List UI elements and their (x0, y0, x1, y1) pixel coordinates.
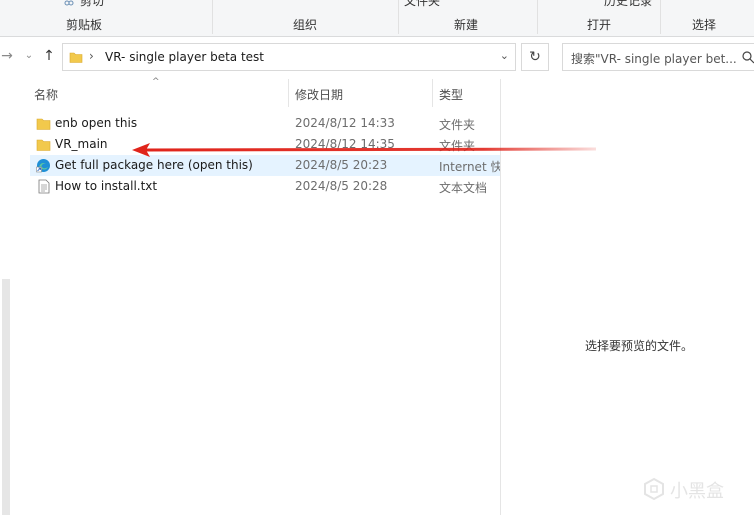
file-type: 文件夹 (439, 118, 476, 132)
ribbon-group-new: 新建 (454, 18, 479, 32)
file-row[interactable]: enb open this 2024/8/12 14:33 文件夹 (30, 113, 500, 134)
file-list: ^ 名称 修改日期 类型 enb open this 2024/8/12 14:… (24, 77, 500, 515)
preview-placeholder-text: 选择要预览的文件。 (585, 339, 694, 353)
address-dropdown-icon[interactable]: ⌄ (500, 49, 509, 62)
file-modified-date: 2024/8/5 20:23 (295, 158, 388, 172)
file-row[interactable]: VR_main 2024/8/12 14:35 文件夹 (30, 134, 500, 155)
watermark-logo-icon (644, 477, 664, 501)
search-placeholder: 搜索"VR- single player bet... (571, 52, 737, 66)
column-divider[interactable] (432, 79, 433, 107)
folder-icon (69, 52, 83, 63)
ribbon-separator (537, 0, 538, 34)
up-arrow-icon[interactable]: ↑ (42, 49, 56, 63)
file-name[interactable]: VR_main (55, 137, 108, 151)
file-modified-date: 2024/8/5 20:28 (295, 179, 388, 193)
column-header-modified[interactable]: 修改日期 (295, 86, 343, 103)
ribbon-separator (660, 0, 661, 34)
file-name[interactable]: How to install.txt (55, 179, 157, 193)
scissors-icon[interactable] (64, 0, 74, 6)
ribbon-group-organize: 组织 (293, 18, 318, 32)
address-bar[interactable]: › VR- single player beta test ⌄ (62, 43, 516, 71)
cut-button-label[interactable]: 剪切 (80, 0, 104, 9)
watermark: 小黑盒 (640, 475, 740, 503)
address-row: → ⌄ ↑ › VR- single player beta test ⌄ ↻ … (0, 37, 754, 79)
navigation-scrollbar[interactable] (2, 279, 10, 515)
watermark-text: 小黑盒 (670, 481, 724, 502)
file-row[interactable]: How to install.txt 2024/8/5 20:28 文本文档 (30, 176, 500, 197)
ribbon-group-select: 选择 (692, 18, 717, 32)
file-type: 文件夹 (439, 139, 476, 153)
ribbon-group-clipboard: 剪贴板 (66, 18, 103, 32)
file-type: Internet 快 (439, 160, 500, 174)
ribbon-separator (398, 0, 399, 34)
folder-icon (36, 118, 51, 130)
new-folder-button-label[interactable]: 文件夹 (404, 0, 440, 9)
column-divider[interactable] (288, 79, 289, 107)
file-modified-date: 2024/8/12 14:33 (295, 116, 395, 130)
navigation-pane (0, 79, 12, 515)
refresh-button[interactable]: ↻ (521, 43, 549, 71)
preview-pane: 选择要预览的文件。 (500, 79, 754, 515)
file-modified-date: 2024/8/12 14:35 (295, 137, 395, 151)
ribbon-group-open: 打开 (587, 18, 612, 32)
recent-locations-chevron-icon[interactable]: ⌄ (22, 49, 36, 63)
column-header-name[interactable]: 名称 (34, 86, 58, 103)
file-row[interactable]: Get full package here (open this) 2024/8… (30, 155, 500, 176)
forward-arrow-icon[interactable]: → (0, 49, 14, 63)
breadcrumb-current-folder[interactable]: VR- single player beta test (105, 50, 264, 64)
edge-shortcut-icon (36, 159, 50, 173)
ribbon-separator (212, 0, 213, 34)
ribbon: 剪切 文件夹 历史记录 剪贴板 组织 新建 打开 选择 (0, 0, 754, 37)
column-header-type[interactable]: 类型 (439, 86, 463, 103)
file-type: 文本文档 (439, 181, 488, 195)
breadcrumb-chevron-icon[interactable]: › (89, 49, 94, 63)
search-input[interactable]: 搜索"VR- single player bet... (562, 43, 754, 71)
column-header-row: ^ 名称 修改日期 类型 (24, 77, 500, 107)
refresh-icon: ↻ (529, 49, 541, 65)
file-name[interactable]: Get full package here (open this) (55, 158, 253, 172)
search-icon (742, 51, 754, 64)
history-button-label[interactable]: 历史记录 (604, 0, 652, 9)
sort-ascending-icon: ^ (152, 77, 160, 87)
folder-icon (36, 139, 51, 151)
file-name[interactable]: enb open this (55, 116, 137, 130)
text-file-icon (38, 179, 50, 194)
